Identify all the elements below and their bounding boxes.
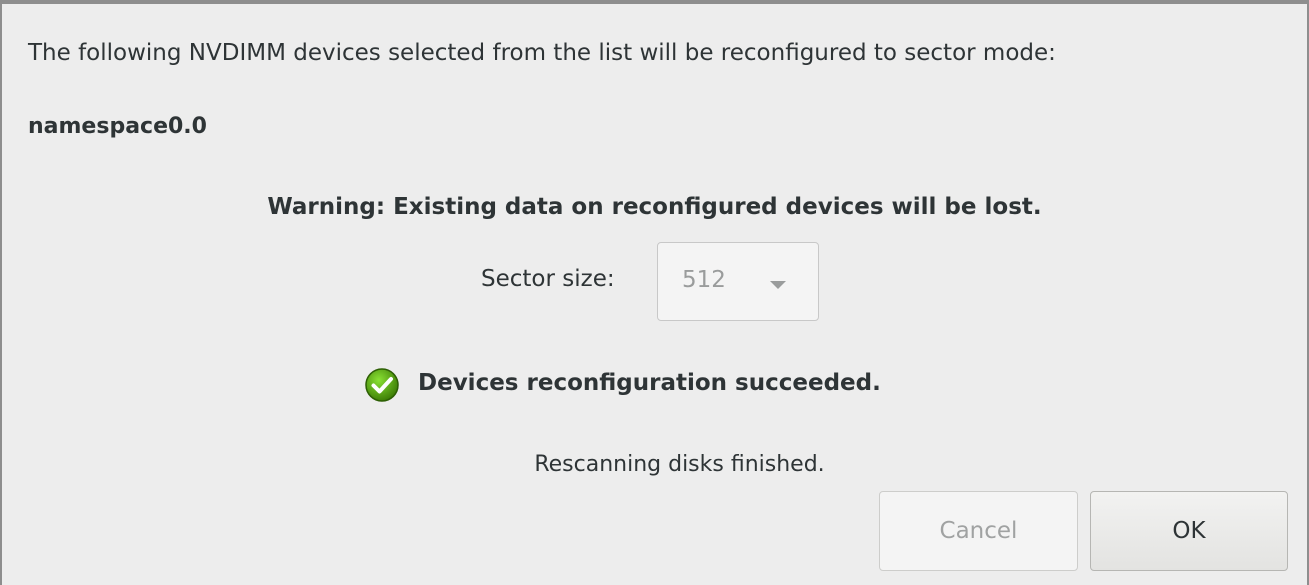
intro-text: The following NVDIMM devices selected fr… bbox=[28, 40, 1056, 66]
cancel-button[interactable]: Cancel bbox=[879, 491, 1078, 571]
status-text: Devices reconfiguration succeeded. bbox=[418, 370, 881, 396]
chevron-down-icon bbox=[770, 281, 786, 289]
ok-button[interactable]: OK bbox=[1090, 491, 1288, 571]
sector-size-label: Sector size: bbox=[481, 266, 615, 292]
warning-text: Warning: Existing data on reconfigured d… bbox=[267, 194, 1042, 220]
sector-size-combobox[interactable]: 512 bbox=[657, 242, 819, 321]
sector-size-value: 512 bbox=[682, 267, 726, 293]
device-name: namespace0.0 bbox=[28, 114, 207, 139]
rescan-status-text: Rescanning disks finished. bbox=[534, 452, 825, 477]
success-check-icon bbox=[365, 368, 399, 402]
nvdimm-reconfigure-dialog: The following NVDIMM devices selected fr… bbox=[0, 0, 1309, 585]
